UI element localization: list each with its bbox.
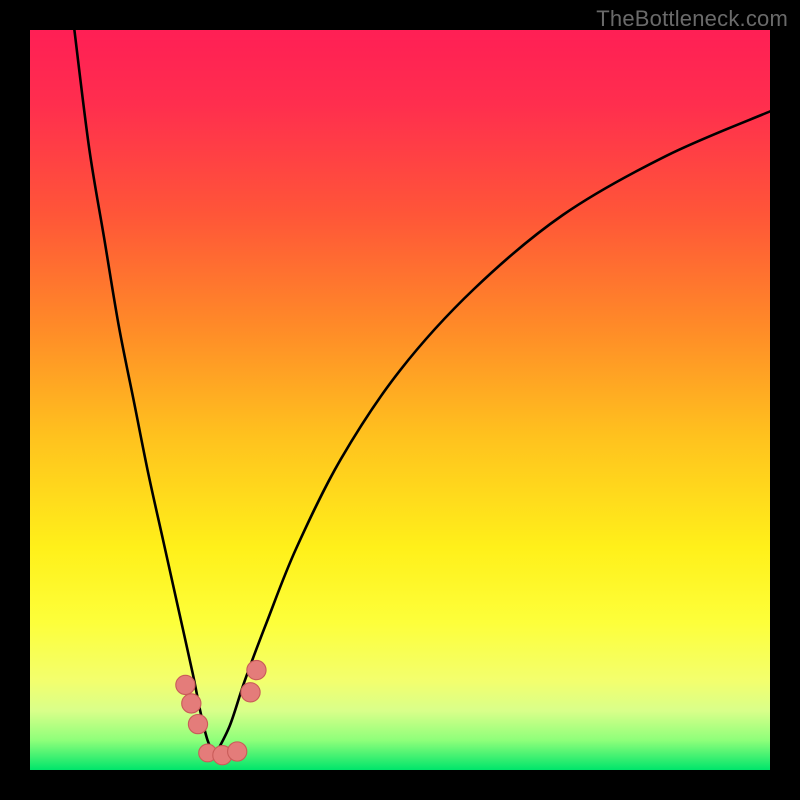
curve-right-branch: [215, 111, 770, 755]
curve-layer: [30, 30, 770, 770]
plot-area: [30, 30, 770, 770]
curve-left-branch: [74, 30, 215, 755]
marker-group: [176, 660, 266, 764]
marker-right-cluster-2: [247, 660, 266, 679]
chart-frame: TheBottleneck.com: [0, 0, 800, 800]
marker-right-cluster-1: [241, 683, 260, 702]
marker-bottom-3: [228, 742, 247, 761]
watermark-text: TheBottleneck.com: [596, 6, 788, 32]
marker-left-cluster-2: [182, 694, 201, 713]
marker-left-cluster-1: [176, 675, 195, 694]
marker-left-cluster-3: [188, 715, 207, 734]
